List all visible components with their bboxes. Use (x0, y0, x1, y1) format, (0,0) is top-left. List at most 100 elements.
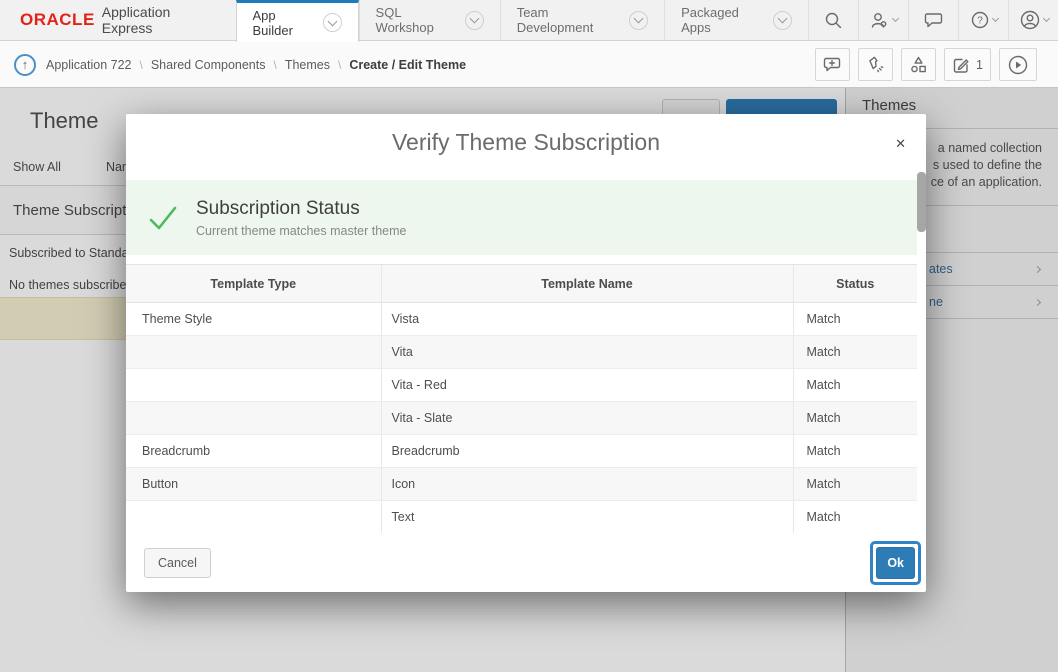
table-header-row: Template Type Template Name Status (126, 265, 917, 303)
table-cell: Vita - Slate (381, 402, 793, 435)
column-header-template-type: Template Type (126, 265, 381, 303)
run-application-button[interactable] (999, 48, 1037, 81)
template-status-table: Template Type Template Name Status Theme… (126, 264, 917, 533)
feedback-button[interactable] (908, 0, 958, 40)
chevron-down-icon[interactable] (465, 11, 484, 30)
shared-components-button[interactable] (901, 48, 936, 81)
banner-title: Subscription Status (196, 198, 407, 220)
edit-page-number: 1 (976, 58, 983, 72)
shapes-icon (909, 55, 928, 74)
table-cell: Icon (381, 468, 793, 501)
svg-text:?: ? (977, 16, 983, 27)
administration-menu-button[interactable] (858, 0, 908, 40)
user-avatar-icon (1019, 9, 1041, 31)
page-toolbar: 1 (815, 48, 1037, 81)
scrollbar-thumb[interactable] (917, 172, 926, 232)
help-menu-button[interactable]: ? (958, 0, 1008, 40)
table-cell: Match (793, 468, 917, 501)
table-cell: Vita - Red (381, 369, 793, 402)
search-button[interactable] (808, 0, 858, 40)
table-cell: Match (793, 336, 917, 369)
screen: ORACLE Application Express App Builder S… (0, 0, 1058, 672)
column-header-template-name: Template Name (381, 265, 793, 303)
edit-pencil-icon (952, 56, 970, 74)
table-row: BreadcrumbBreadcrumbMatch (126, 435, 917, 468)
table-cell: Breadcrumb (126, 435, 381, 468)
breadcrumb-application[interactable]: Application 722 (46, 58, 131, 72)
banner-text: Subscription Status Current theme matche… (196, 198, 407, 238)
tab-label: SQL Workshop (376, 5, 457, 35)
tab-packaged-apps[interactable]: Packaged Apps (664, 0, 808, 40)
table-row: VitaMatch (126, 336, 917, 369)
tab-label: Team Development (517, 5, 621, 35)
table-cell (126, 501, 381, 534)
chevron-down-icon (991, 15, 998, 22)
ok-button-focus-ring: Ok (870, 541, 921, 585)
table-cell: Text (381, 501, 793, 534)
chevron-down-icon[interactable] (773, 11, 792, 30)
table-cell: Match (793, 435, 917, 468)
table-cell: Match (793, 369, 917, 402)
table-cell: Button (126, 468, 381, 501)
banner-subtitle: Current theme matches master theme (196, 224, 407, 238)
dialog-header: Verify Theme Subscription ✕ (126, 114, 926, 170)
table-cell: Match (793, 303, 917, 336)
breadcrumb-separator: \ (273, 58, 276, 72)
table-row: Theme StyleVistaMatch (126, 303, 917, 336)
tab-team-development[interactable]: Team Development (500, 0, 664, 40)
table-row: Vita - SlateMatch (126, 402, 917, 435)
table-cell: Vita (381, 336, 793, 369)
tab-app-builder[interactable]: App Builder (236, 0, 359, 42)
table-cell: Theme Style (126, 303, 381, 336)
breadcrumb-bar: ↑ Application 722 \ Shared Components \ … (0, 42, 1058, 88)
verify-theme-subscription-dialog: Verify Theme Subscription ✕ Subscription… (126, 114, 926, 592)
tab-sql-workshop[interactable]: SQL Workshop (359, 0, 500, 40)
brand: ORACLE Application Express (0, 0, 236, 40)
oracle-logo: ORACLE (20, 10, 95, 30)
close-icon[interactable]: ✕ (891, 132, 910, 156)
search-icon (824, 11, 843, 30)
tab-label: App Builder (253, 8, 315, 38)
success-banner: Subscription Status Current theme matche… (126, 180, 917, 255)
chevron-down-icon[interactable] (629, 11, 648, 30)
debug-button[interactable] (858, 48, 893, 81)
edit-page-button[interactable]: 1 (944, 48, 991, 81)
up-level-icon[interactable]: ↑ (14, 54, 36, 76)
breadcrumb-themes[interactable]: Themes (285, 58, 330, 72)
tab-label: Packaged Apps (681, 5, 765, 35)
dialog-body: Subscription Status Current theme matche… (126, 170, 926, 533)
cancel-button[interactable]: Cancel (144, 548, 211, 578)
play-icon (1007, 54, 1029, 76)
table-row: Vita - RedMatch (126, 369, 917, 402)
ok-button[interactable]: Ok (876, 547, 915, 579)
table-cell (126, 402, 381, 435)
table-cell (126, 369, 381, 402)
breadcrumb-separator: \ (338, 58, 341, 72)
chevron-down-icon[interactable] (323, 13, 342, 32)
table-row: ButtonIconMatch (126, 468, 917, 501)
table-row: TextMatch (126, 501, 917, 534)
add-comment-button[interactable] (815, 48, 850, 81)
chevron-down-icon (891, 15, 898, 22)
admin-user-icon (870, 11, 890, 30)
checkmark-icon (148, 205, 178, 231)
comment-plus-icon (823, 56, 842, 73)
table-cell: Match (793, 501, 917, 534)
table-cell: Breadcrumb (381, 435, 793, 468)
account-menu-button[interactable] (1008, 0, 1058, 40)
table-cell: Match (793, 402, 917, 435)
product-name: Application Express (102, 4, 214, 36)
nav-icon-group: ? (808, 0, 1058, 40)
table-cell: Vista (381, 303, 793, 336)
help-icon: ? (970, 10, 990, 30)
dialog-footer: Cancel Ok (126, 533, 926, 592)
breadcrumb-shared-components[interactable]: Shared Components (151, 58, 266, 72)
top-navigation-bar: ORACLE Application Express App Builder S… (0, 0, 1058, 41)
table-cell (126, 336, 381, 369)
speech-bubble-icon (924, 11, 944, 29)
breadcrumb-separator: \ (139, 58, 142, 72)
column-header-status: Status (793, 265, 917, 303)
flashlight-icon (866, 55, 885, 74)
dialog-title: Verify Theme Subscription (392, 129, 660, 156)
breadcrumb-current-page: Create / Edit Theme (349, 58, 466, 72)
